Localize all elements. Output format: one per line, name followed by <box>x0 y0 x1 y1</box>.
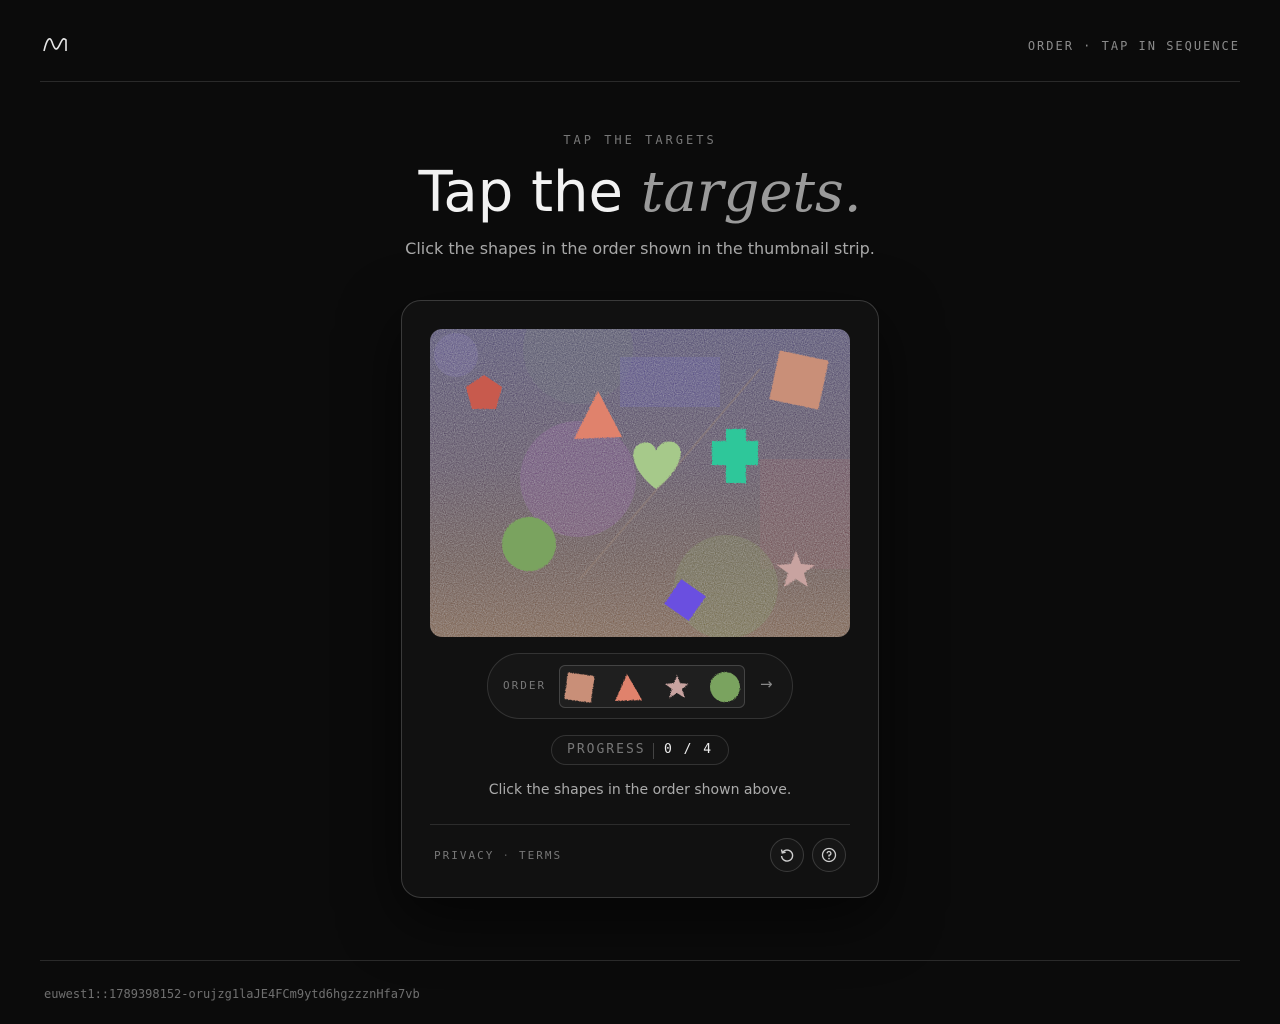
help-icon <box>821 847 837 863</box>
instruction-text: Click the shapes in the order shown abov… <box>488 782 792 798</box>
order-strip-container: ORDER → <box>487 653 793 719</box>
reload-icon <box>780 849 794 862</box>
top-bar: ORDER · TAP IN SEQUENCE <box>40 0 1240 82</box>
help-button[interactable] <box>812 838 846 872</box>
page-subtitle: Click the shapes in the order shown in t… <box>405 239 875 258</box>
thumb-triangle[interactable] <box>612 670 646 704</box>
reload-button[interactable] <box>770 838 804 872</box>
progress-indicator: PROGRESS 0 / 4 <box>551 735 729 765</box>
eyebrow-label: TAP THE TARGETS <box>563 133 717 147</box>
link-separator: · <box>502 849 511 862</box>
title-plain: Tap the <box>418 160 623 225</box>
footer-links: PRIVACY · TERMS <box>434 849 562 862</box>
title-emphasis: targets. <box>640 160 862 225</box>
challenge-canvas[interactable] <box>430 329 850 637</box>
footer-divider <box>40 960 1240 961</box>
thumb-circle[interactable] <box>708 670 742 704</box>
thumb-star[interactable] <box>660 670 694 704</box>
bg-blob <box>760 459 850 569</box>
canvas-shape-square[interactable] <box>769 350 829 410</box>
order-label: ORDER <box>503 679 547 692</box>
session-id: euwest1::1789398152-orujzg1laJE4FCm9ytd6… <box>44 987 420 1001</box>
arrow-right-icon[interactable]: → <box>760 675 773 693</box>
card-divider <box>430 824 850 825</box>
canvas-shape-circle[interactable] <box>502 517 556 571</box>
bg-blob <box>434 333 478 377</box>
thumb-square[interactable] <box>562 670 596 704</box>
progress-divider <box>653 743 654 759</box>
page-title: Tap the targets. <box>0 160 1280 226</box>
wave-logo-icon[interactable] <box>42 34 68 54</box>
bg-blob <box>620 357 720 407</box>
mode-label: ORDER · TAP IN SEQUENCE <box>1027 39 1240 53</box>
progress-value: 0 / 4 <box>664 742 714 757</box>
thumbnail-strip <box>559 665 745 708</box>
privacy-link[interactable]: PRIVACY <box>434 849 494 862</box>
progress-label: PROGRESS <box>567 742 646 757</box>
captcha-card: ORDER → PROGRESS 0 / 4 Click the shapes … <box>401 300 879 898</box>
terms-link[interactable]: TERMS <box>519 849 562 862</box>
